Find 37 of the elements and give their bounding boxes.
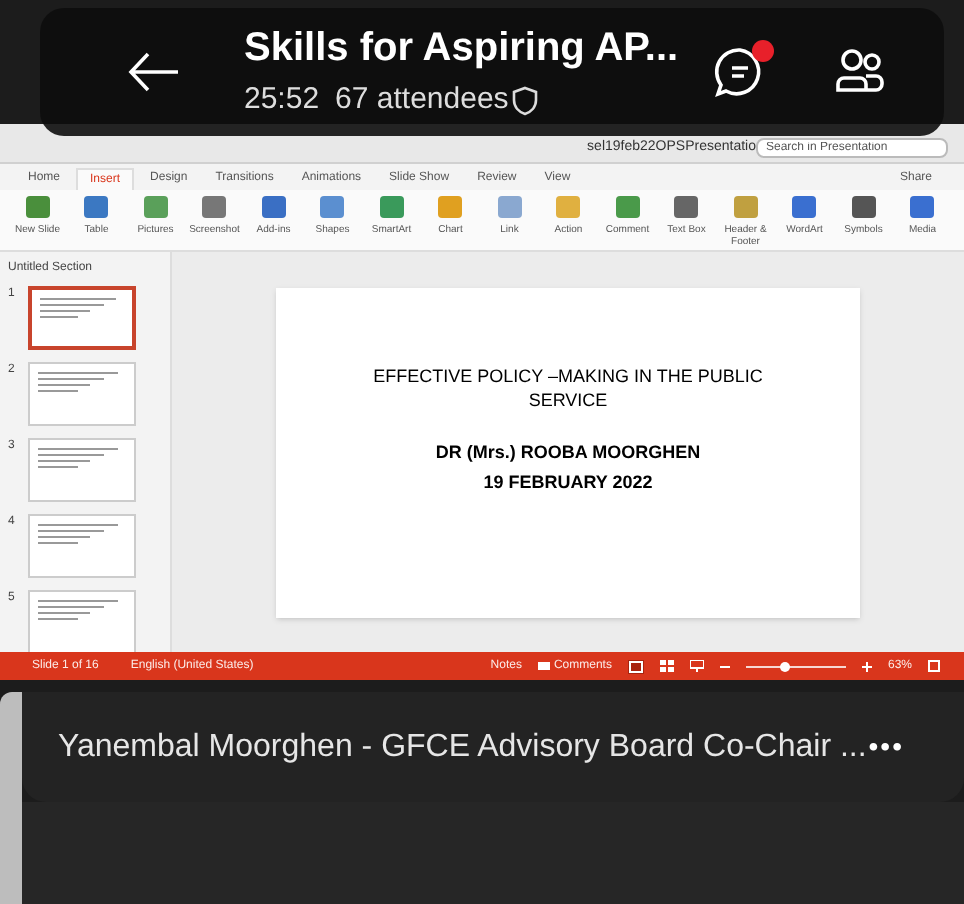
slide-thumbnail[interactable] — [28, 286, 136, 350]
presenter-icon[interactable] — [689, 660, 704, 672]
tool-icon — [82, 194, 111, 220]
tool-icon — [141, 194, 170, 220]
tool-icon — [554, 194, 583, 220]
zoom-thumb[interactable] — [780, 661, 791, 671]
participant-name: Yanembal Moorghen - GFCE Advisory Board Co-Chair ... — [58, 727, 867, 767]
attendee-count: 67 attendees — [335, 79, 509, 120]
comment-icon — [537, 661, 550, 671]
tool-icon — [23, 194, 52, 220]
normal-view-icon[interactable] — [627, 659, 644, 673]
tool-icon — [790, 194, 819, 220]
zoom-out-icon[interactable] — [719, 661, 730, 671]
more-button[interactable]: ••• — [868, 726, 904, 768]
slide-author: DR (Mrs.) ROOBA MOORGHEN — [435, 439, 701, 466]
tool-icon — [849, 194, 878, 220]
tool-icon — [613, 194, 642, 220]
meeting-title: Skills for Aspiring AP... — [244, 23, 679, 74]
tool-icon — [436, 194, 465, 220]
tool-icon — [672, 194, 701, 220]
tool-icon — [731, 194, 760, 220]
slide-date: 19 FEBRUARY 2022 — [483, 470, 653, 496]
people-icon[interactable] — [834, 46, 886, 98]
slide-title: EFFECTIVE POLICY –MAKING IN THE PUBLIC SERVICE — [371, 363, 765, 411]
tool-icon — [377, 194, 406, 220]
chat-icon[interactable] — [714, 46, 766, 98]
back-icon[interactable] — [128, 52, 180, 92]
grid-view-icon[interactable] — [659, 660, 674, 672]
tool-icon — [259, 194, 288, 220]
zoom-in-icon[interactable] — [861, 661, 872, 671]
tool-icon — [495, 194, 524, 220]
meeting-duration: 25:52 — [244, 79, 320, 120]
tool-icon — [318, 194, 347, 220]
tool-icon — [200, 194, 229, 220]
fit-icon[interactable] — [928, 660, 940, 672]
tool-icon — [908, 194, 937, 220]
shield-icon — [512, 85, 539, 115]
